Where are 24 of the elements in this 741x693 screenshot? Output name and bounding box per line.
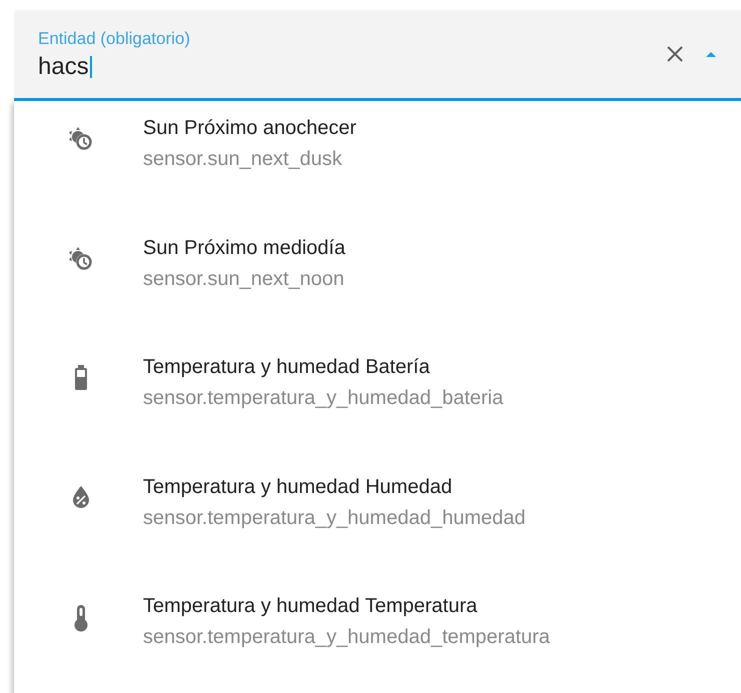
close-icon <box>665 44 685 64</box>
option-item[interactable]: Temperatura y humedad Temperatura sensor.temperatura_y_humedad_temperatura <box>14 579 741 693</box>
option-item[interactable]: Sun Próximo anochecer sensor.sun_next_dusk <box>14 101 741 220</box>
humidity-icon <box>70 484 90 508</box>
entity-name: Temperatura y humedad Batería <box>143 356 431 379</box>
entity-name: Sun Próximo mediodía <box>143 236 346 260</box>
input-field[interactable]: hacs <box>38 53 89 81</box>
option-item[interactable]: Temperatura y humedad Humedad sensor.temperatura_y_humedad_humedad <box>14 460 741 579</box>
entity-name: Sun Próximo anochecer <box>143 117 356 140</box>
thermometer-icon <box>72 604 88 632</box>
sun-clock-icon <box>68 126 94 152</box>
entity-name: Temperatura y humedad Humedad <box>143 476 454 498</box>
option-item[interactable]: Temperatura y humedad Batería sensor.temperatura_y_humedad_bateria <box>14 340 741 460</box>
entity-id: sensor.temperatura_y_humedad_humedad <box>143 506 526 530</box>
entity-id: sensor.temperatura_y_humedad_bateria <box>143 387 504 410</box>
battery-icon <box>74 365 88 391</box>
entity-name: Temperatura y humedad Temperatura <box>143 595 478 618</box>
sun-clock-icon <box>68 246 94 272</box>
entity-id: sensor.temperatura_y_humedad_temperatura <box>143 626 550 649</box>
entity-id: sensor.sun_next_dusk <box>143 148 344 171</box>
entity-combobox[interactable]: Entidad (obligatorio) hacs <box>14 10 741 101</box>
entity-id: sensor.sun_next_noon <box>143 268 346 290</box>
field-label: Entidad (obligatorio) <box>38 29 192 49</box>
option-item[interactable]: Sun Próximo mediodía sensor.sun_next_noon <box>14 220 741 340</box>
